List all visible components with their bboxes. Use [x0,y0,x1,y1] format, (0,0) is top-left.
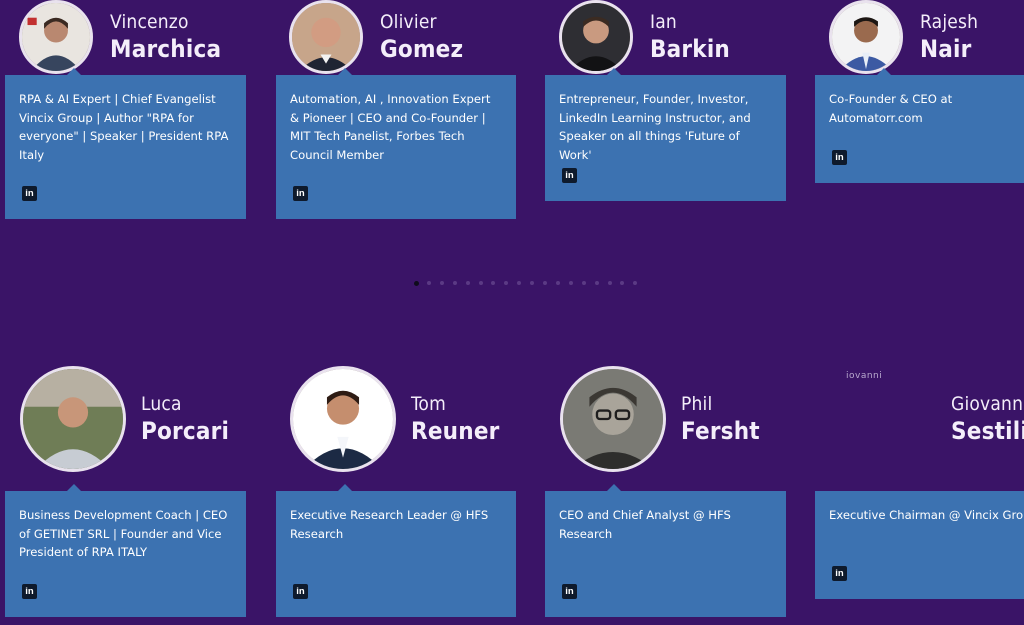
bio-box: Entrepreneur, Founder, Investor, LinkedI… [545,68,786,201]
first-name: Vincenzo [110,11,189,33]
pagination-dot[interactable] [478,281,483,285]
pagination-dot[interactable] [594,281,599,285]
last-name: Reuner [411,416,500,445]
pagination-dot[interactable] [568,281,573,285]
linkedin-icon[interactable]: in [22,584,37,599]
pagination-dot[interactable] [633,281,638,285]
bio-text: CEO and Chief Analyst @ HFS Research [559,508,731,541]
speaker-name: Vincenzo Marchica [110,11,222,63]
bio-box: Business Development Coach | CEO of GETI… [5,484,246,617]
pagination-dot[interactable] [620,281,625,285]
pagination-dot[interactable] [607,281,612,285]
pagination-dot[interactable] [465,281,470,285]
portrait-image [293,369,393,469]
linkedin-icon[interactable]: in [562,584,577,599]
pagination-dot[interactable] [452,281,457,285]
linkedin-icon[interactable]: in [562,168,577,183]
linkedin-icon[interactable]: in [832,566,847,581]
bio-text: Automation, AI , Innovation Expert & Pio… [290,92,491,162]
pagination-dot[interactable] [414,280,419,286]
bio-box: Executive Research Leader @ HFS Research… [276,484,516,617]
pagination-dot[interactable] [491,281,496,285]
avatar [560,366,666,472]
pagination-dot[interactable] [581,281,586,285]
avatar [829,0,903,74]
speaker-name: Olivier Gomez [380,11,464,63]
linkedin-icon[interactable]: in [293,584,308,599]
pagination-dot[interactable] [530,281,535,285]
bio-box: CEO and Chief Analyst @ HFS Research in [545,484,786,617]
portrait-image [22,3,90,71]
last-name: Fersht [681,416,760,445]
pagination-dot[interactable] [504,281,509,285]
last-name: Porcari [141,416,230,445]
bio-text: RPA & AI Expert | Chief Evangelist Vinci… [19,92,229,162]
broken-image-alt-text: iovanni [846,371,883,381]
linkedin-icon[interactable]: in [293,186,308,201]
last-name: Marchica [110,34,222,63]
linkedin-icon[interactable]: in [22,186,37,201]
last-name: Sestili [951,416,1024,445]
portrait-image [292,3,360,71]
first-name: Ian [650,11,677,33]
pagination-dot[interactable] [543,281,547,285]
bio-text: Executive Chairman @ Vincix Group [829,508,1024,522]
avatar [289,0,363,74]
bio-text: Co-Founder & CEO at Automatorr.com [829,92,953,125]
speaker-name: Phil Fersht [681,393,760,445]
portrait-image [563,369,663,469]
bio-text: Business Development Coach | CEO of GETI… [19,508,228,559]
bio-text: Entrepreneur, Founder, Investor, LinkedI… [559,92,751,162]
last-name: Nair [920,34,972,63]
linkedin-icon[interactable]: in [832,150,847,165]
avatar [559,0,633,74]
portrait-image [23,369,123,469]
bio-box: Executive Chairman @ Vincix Group in [815,491,1024,599]
pagination-dot[interactable] [517,281,522,285]
speaker-name: Rajesh Nair [920,11,979,63]
speaker-name: Tom Reuner [411,393,500,445]
first-name: Luca [141,393,182,415]
pagination-dot[interactable] [426,281,431,285]
avatar [290,366,396,472]
avatar [19,0,93,74]
bio-text: Executive Research Leader @ HFS Research [290,508,489,541]
portrait-image [562,3,630,71]
first-name: Tom [411,393,446,415]
pagination-dot[interactable] [555,281,560,285]
speaker-name: Giovanni Sestili [951,393,1024,445]
first-name: Olivier [380,11,437,33]
last-name: Gomez [380,34,464,63]
last-name: Barkin [650,34,730,63]
bio-box: Co-Founder & CEO at Automatorr.com in [815,68,1024,183]
speaker-name: Ian Barkin [650,11,730,63]
speaker-name: Luca Porcari [141,393,230,445]
first-name: Giovanni [951,393,1024,415]
avatar [20,366,126,472]
portrait-image [832,3,900,71]
pagination-dot[interactable] [439,281,444,285]
bio-box: RPA & AI Expert | Chief Evangelist Vinci… [5,68,246,219]
first-name: Rajesh [920,11,979,33]
bio-box: Automation, AI , Innovation Expert & Pio… [276,68,516,219]
first-name: Phil [681,393,713,415]
